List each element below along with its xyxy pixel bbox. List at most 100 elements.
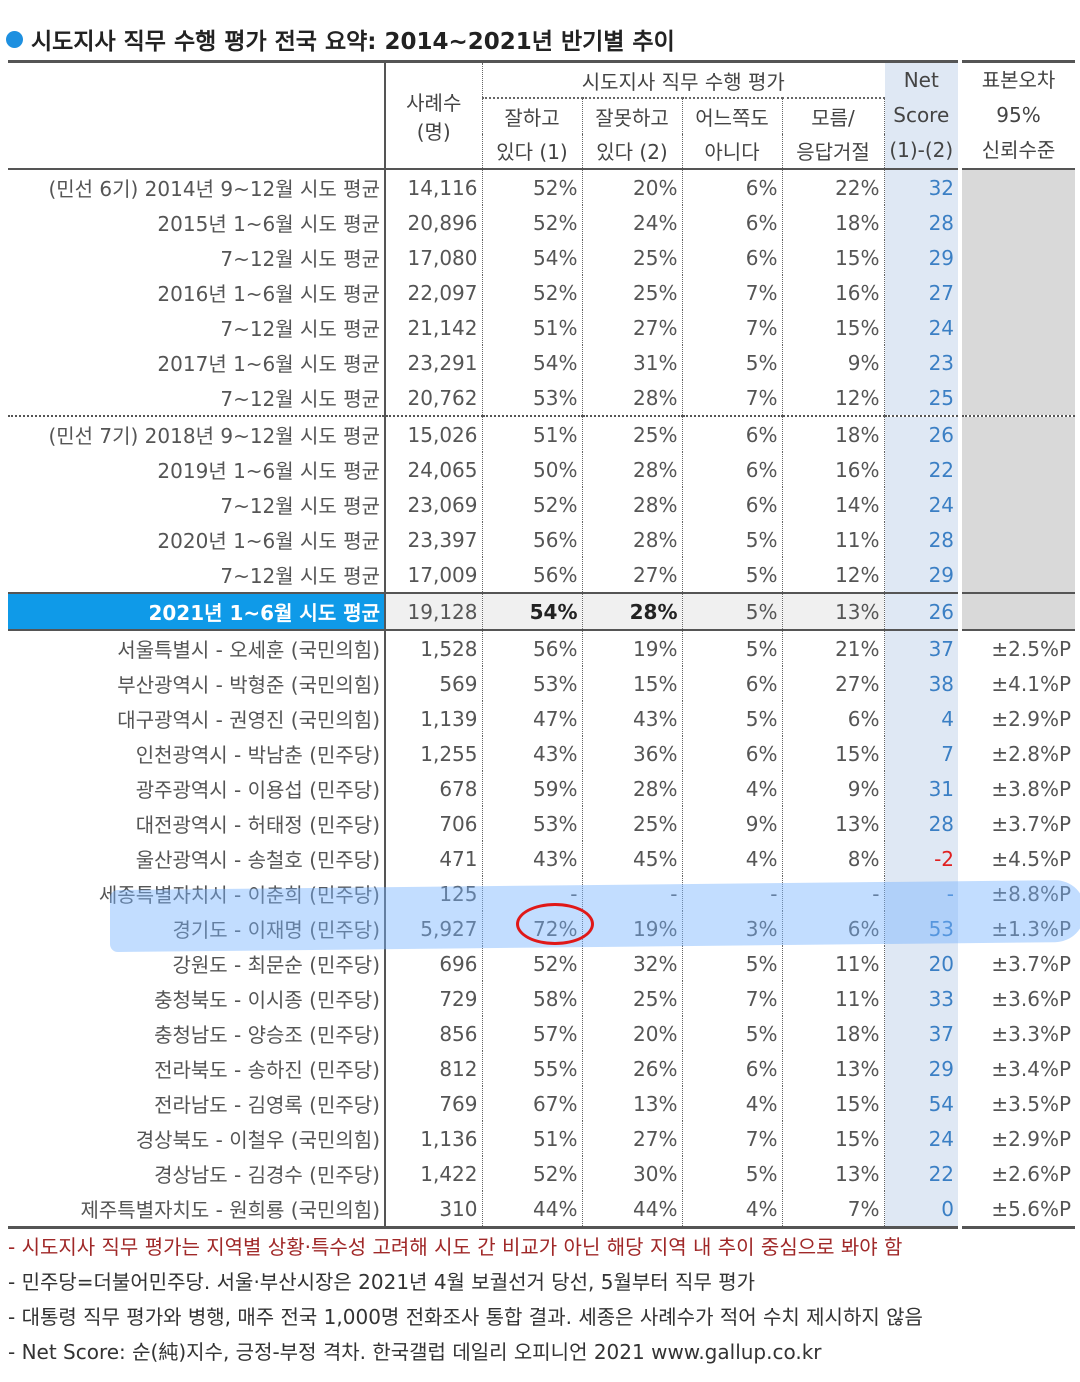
- cell-net: 53: [884, 911, 961, 946]
- cell-dk: 15%: [782, 1121, 885, 1156]
- footnote: - 시도지사 직무 평가는 지역별 상황·특수성 고려해 시도 간 비교가 아닌…: [8, 1235, 903, 1259]
- table-row: 2016년 1~6월 시도 평균 22,097 52% 25% 7% 16% 27: [8, 275, 1076, 310]
- cell-label: 제주특별자치도 - 원희룡 (국민의힘): [8, 1191, 386, 1228]
- cell-cases: 23,069: [385, 487, 483, 522]
- cell-neither: 5%: [682, 592, 783, 631]
- cell-good: 51%: [482, 1121, 583, 1156]
- cell-cases: 812: [385, 1051, 483, 1086]
- cell-net: 4: [884, 701, 961, 736]
- table-row: 7~12월 시도 평균 21,142 51% 27% 7% 15% 24: [8, 310, 1076, 345]
- cell-error: [958, 592, 1076, 631]
- cell-label: 세종특별자치시 - 이춘희 (민주당): [8, 876, 386, 911]
- cell-good: -: [482, 876, 583, 911]
- cell-bad: 28%: [582, 452, 683, 487]
- cell-cases: 706: [385, 806, 483, 841]
- cell-label: 7~12월 시도 평균: [8, 487, 386, 522]
- cell-neither: 5%: [682, 946, 783, 981]
- cell-net: 0: [884, 1191, 961, 1228]
- cell-neither: 5%: [682, 557, 783, 593]
- cell-bad: 19%: [582, 630, 683, 666]
- cell-neither: 6%: [682, 736, 783, 771]
- cell-net: -: [884, 876, 961, 911]
- table-row: (민선 7기) 2018년 9~12월 시도 평균 15,026 51% 25% 6% 1…: [8, 415, 1076, 452]
- cell-label: 2020년 1~6월 시도 평균: [8, 522, 386, 557]
- cell-dk: 14%: [782, 487, 885, 522]
- cell-error: [958, 240, 1076, 275]
- cell-label: 서울특별시 - 오세훈 (국민의힘): [8, 630, 386, 666]
- cell-neither: 4%: [682, 1191, 783, 1228]
- cell-neither: 6%: [682, 666, 783, 701]
- table-row: 부산광역시 - 박형준 (국민의힘) 569 53% 15% 6% 27% 38 ±4.1%P: [8, 666, 1076, 701]
- cell-cases: 696: [385, 946, 483, 981]
- cell-cases: 1,528: [385, 630, 483, 666]
- cell-good: 51%: [482, 310, 583, 345]
- cell-dk: 13%: [782, 592, 885, 631]
- cell-neither: -: [682, 876, 783, 911]
- header-net: Net Score (1)-(2): [884, 61, 961, 169]
- table-row: 대구광역시 - 권영진 (국민의힘) 1,139 47% 43% 5% 6% 4 ±2.9%P: [8, 701, 1076, 736]
- cell-error: [958, 380, 1076, 416]
- cell-neither: 7%: [682, 380, 783, 416]
- cell-net: 26: [884, 415, 961, 452]
- table-row: 경상북도 - 이철우 (국민의힘) 1,136 51% 27% 7% 15% 24 ±2.9%…: [8, 1121, 1076, 1156]
- cell-bad: 28%: [582, 592, 683, 631]
- cell-good: 50%: [482, 452, 583, 487]
- cell-net: 24: [884, 487, 961, 522]
- cell-label: 대전광역시 - 허태정 (민주당): [8, 806, 386, 841]
- cell-dk: 27%: [782, 666, 885, 701]
- cell-dk: 9%: [782, 345, 885, 380]
- cell-label: 7~12월 시도 평균: [8, 240, 386, 275]
- cell-good: 54%: [482, 345, 583, 380]
- table-row: 7~12월 시도 평균 17,080 54% 25% 6% 15% 29: [8, 240, 1076, 275]
- table-row: 대전광역시 - 허태정 (민주당) 706 53% 25% 9% 13% 28 ±3.7%P: [8, 806, 1076, 841]
- cell-neither: 4%: [682, 1086, 783, 1121]
- cell-bad: 25%: [582, 275, 683, 310]
- cell-net: -2: [884, 841, 961, 876]
- cell-dk: 15%: [782, 310, 885, 345]
- cell-cases: 1,139: [385, 701, 483, 736]
- cell-net: 33: [884, 981, 961, 1016]
- cell-cases: 19,128: [385, 592, 483, 631]
- cell-bad: 25%: [582, 806, 683, 841]
- cell-bad: 31%: [582, 345, 683, 380]
- cell-good: 52%: [482, 1156, 583, 1191]
- cell-good: 54%: [482, 592, 583, 631]
- table-row: 전라북도 - 송하진 (민주당) 812 55% 26% 6% 13% 29 ±3.4%P: [8, 1051, 1076, 1086]
- footnote: - 대통령 직무 평가와 병행, 매주 전국 1,000명 전화조사 통합 결과…: [8, 1305, 923, 1329]
- table-row: 울산광역시 - 송철호 (민주당) 471 43% 45% 4% 8% -2 ±4.5%P: [8, 841, 1076, 876]
- cell-neither: 6%: [682, 452, 783, 487]
- cell-error: [958, 487, 1076, 522]
- footnote: - Net Score: 순(純)지수, 긍정-부정 격차. 한국갤럽 데일리 …: [8, 1340, 822, 1364]
- cell-label: 대구광역시 - 권영진 (국민의힘): [8, 701, 386, 736]
- cell-good: 72%: [482, 911, 583, 946]
- cell-error: ±5.6%P: [958, 1191, 1076, 1228]
- table-row: 2015년 1~6월 시도 평균 20,896 52% 24% 6% 18% 28: [8, 205, 1076, 240]
- table-row: 경기도 - 이재명 (민주당) 5,927 72% 19% 3% 6% 53 ±1.3%P: [8, 911, 1076, 946]
- cell-net: 24: [884, 310, 961, 345]
- cell-error: ±8.8%P: [958, 876, 1076, 911]
- header-error: 표본오차 95% 신뢰수준: [958, 61, 1076, 169]
- cell-bad: 28%: [582, 487, 683, 522]
- cell-neither: 3%: [682, 911, 783, 946]
- table-row: 강원도 - 최문순 (민주당) 696 52% 32% 5% 11% 20 ±3.7%P: [8, 946, 1076, 981]
- cell-dk: 22%: [782, 169, 885, 205]
- cell-label: 2015년 1~6월 시도 평균: [8, 205, 386, 240]
- cell-cases: 20,762: [385, 380, 483, 416]
- cell-neither: 6%: [682, 415, 783, 452]
- table-row: 충청남도 - 양승조 (민주당) 856 57% 20% 5% 18% 37 ±3.3%P: [8, 1016, 1076, 1051]
- cell-cases: 569: [385, 666, 483, 701]
- header-c4: 모름/: [782, 98, 885, 134]
- cell-neither: 4%: [682, 771, 783, 806]
- cell-cases: 310: [385, 1191, 483, 1228]
- cell-net: 25: [884, 380, 961, 416]
- cell-dk: 12%: [782, 380, 885, 416]
- cell-good: 56%: [482, 557, 583, 593]
- cell-net: 32: [884, 169, 961, 205]
- cell-cases: 15,026: [385, 415, 483, 452]
- cell-good: 53%: [482, 806, 583, 841]
- cell-dk: 12%: [782, 557, 885, 593]
- table-header: 사례수 (명) 시도지사 직무 수행 평가 Net Score (1)-(2) 표본오…: [8, 61, 1076, 169]
- table-title: 시도지사 직무 수행 평가 전국 요약: 2014~2021년 반기별 추이: [6, 22, 675, 56]
- cell-label: 인천광역시 - 박남춘 (민주당): [8, 736, 386, 771]
- cell-label: 경상남도 - 김경수 (민주당): [8, 1156, 386, 1191]
